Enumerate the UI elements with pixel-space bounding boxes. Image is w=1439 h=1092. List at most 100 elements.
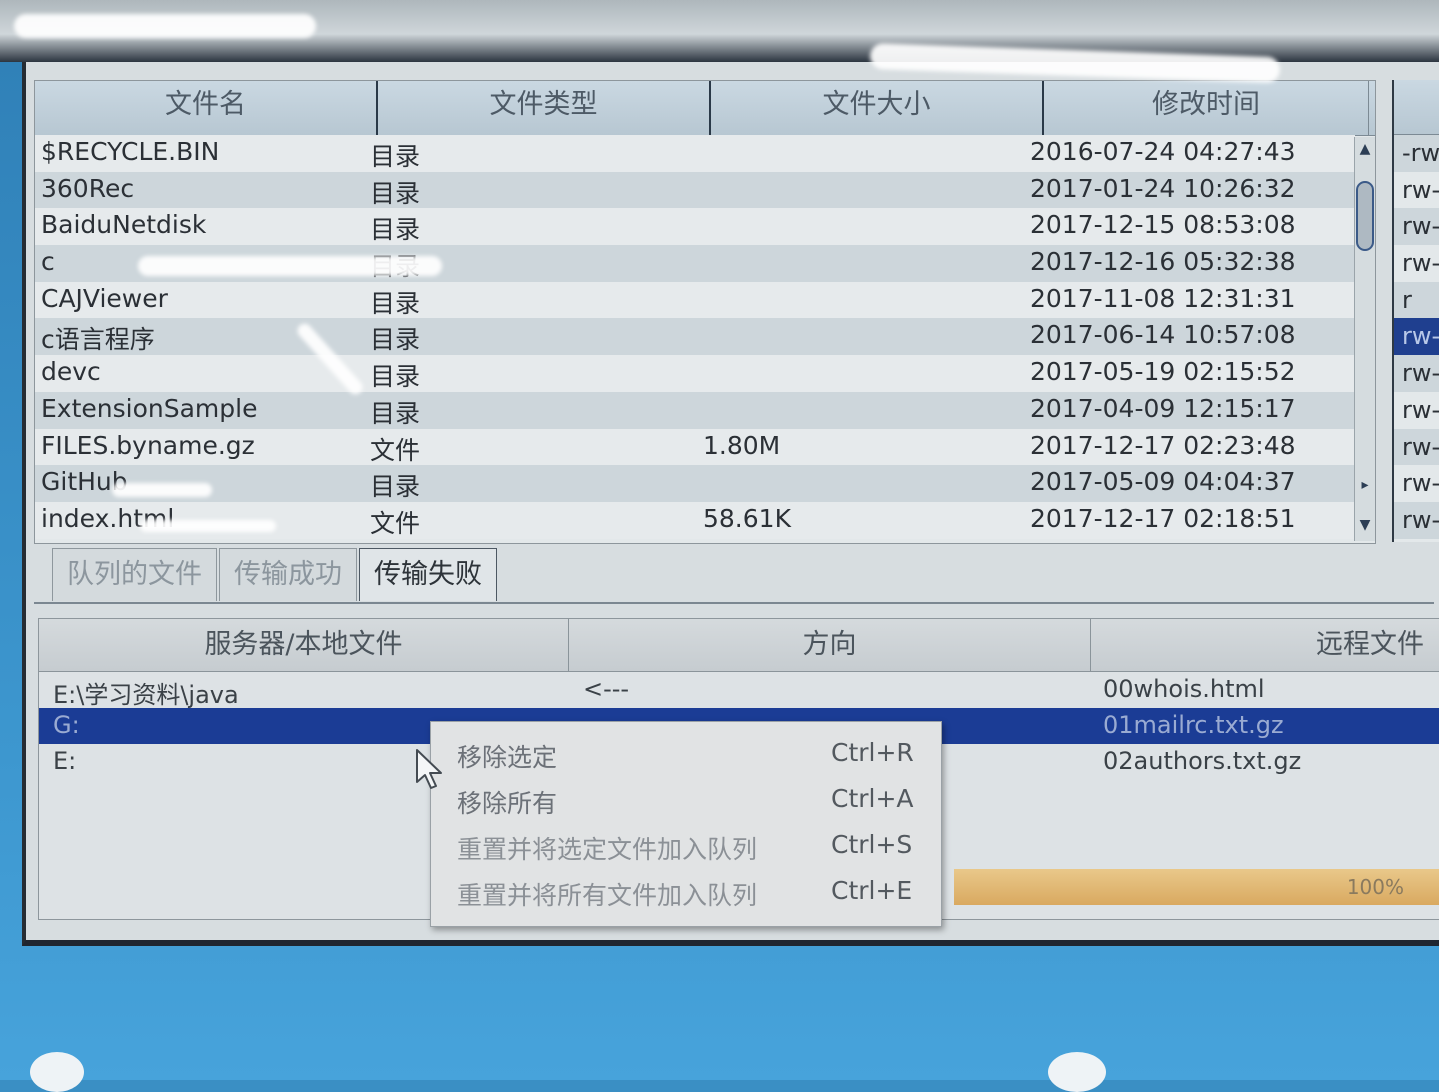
header-remote-file[interactable]: 远程文件 <box>1091 619 1439 671</box>
file-row[interactable]: c语言程序 目录 2017-06-14 10:57:08 <box>35 318 1355 356</box>
permission-cell: rw- <box>1402 469 1439 498</box>
menu-item-remove-all[interactable]: 移除所有 Ctrl+A <box>431 778 941 824</box>
menu-item-label: 移除选定 <box>457 743 558 772</box>
header-filesize[interactable]: 文件大小 <box>711 81 1044 135</box>
queue-context-menu: 移除选定 Ctrl+R 移除所有 Ctrl+A 重置并将选定文件加入队列 Ctr… <box>430 721 942 927</box>
file-row[interactable]: devc 目录 2017-05-19 02:15:52 <box>35 355 1355 392</box>
file-time: 2017-12-17 02:18:51 <box>1030 503 1296 533</box>
menu-item-requeue-selected[interactable]: 重置并将选定文件加入队列 Ctrl+S <box>431 824 941 870</box>
file-type: 目录 <box>370 215 421 245</box>
queue-direction: <--- <box>583 675 630 703</box>
menu-item-remove-selected[interactable]: 移除选定 Ctrl+R <box>431 732 941 778</box>
file-type: 目录 <box>370 325 421 355</box>
file-name: 360Rec <box>41 173 135 203</box>
permission-cell: r <box>1394 281 1439 319</box>
bezel-light <box>30 1052 84 1092</box>
file-row[interactable]: $RECYCLE.BIN 目录 2016-07-24 04:27:43 <box>35 135 1355 172</box>
photo-stage: 文件名 文件类型 文件大小 修改时间 $RECYCLE.BIN 目录 2016-07… <box>0 0 1439 1092</box>
queue-remote-file: 02authors.txt.gz <box>1103 747 1302 775</box>
file-row[interactable]: GitHub 目录 2017-05-09 04:04:37 <box>35 465 1355 502</box>
file-size: 1.80M <box>703 430 781 460</box>
screen-glare <box>112 483 212 497</box>
permission-cell: rw- <box>1402 175 1439 204</box>
file-name: FILES.byname.gz <box>41 430 255 460</box>
scroll-down-arrow-icon[interactable]: ▼ <box>1357 517 1373 533</box>
file-list-scrollbar[interactable]: ▲ ▸ ▼ <box>1354 137 1375 541</box>
file-time: 2017-12-16 05:32:38 <box>1030 247 1296 277</box>
file-name: devc <box>41 357 101 387</box>
tab-queued-files[interactable]: 队列的文件 <box>52 548 217 601</box>
permission-cell: rw- <box>1394 501 1439 539</box>
file-type: 目录 <box>370 288 421 318</box>
file-row[interactable]: BaiduNetdisk 目录 2017-12-15 08:53:08 <box>35 208 1355 246</box>
menu-item-requeue-all[interactable]: 重置并将所有文件加入队列 Ctrl+E <box>431 870 941 916</box>
file-type: 文件 <box>370 508 421 538</box>
file-name: BaiduNetdisk <box>41 210 207 240</box>
queue-local-path: G: <box>53 711 80 739</box>
screen-glare <box>14 14 316 38</box>
queue-header: 服务器/本地文件 方向 远程文件 <box>39 619 1439 672</box>
file-type: 目录 <box>370 472 421 502</box>
scroll-right-arrow-icon[interactable]: ▸ <box>1357 477 1373 493</box>
screen-glare <box>140 520 276 532</box>
header-modified-time[interactable]: 修改时间 <box>1044 81 1369 135</box>
scroll-up-arrow-icon[interactable]: ▲ <box>1357 141 1373 157</box>
file-name: CAJViewer <box>41 283 168 313</box>
menu-item-label: 重置并将选定文件加入队列 <box>457 835 758 864</box>
header-direction[interactable]: 方向 <box>569 619 1091 671</box>
scrollbar-thumb[interactable] <box>1356 181 1374 251</box>
permission-cell: rw- <box>1394 208 1439 246</box>
file-type: 目录 <box>370 362 421 392</box>
queue-remote-file: 01mailrc.txt.gz <box>1103 711 1284 739</box>
queue-remote-file: 00whois.html <box>1103 675 1265 703</box>
file-row[interactable]: FILES.byname.gz 文件 1.80M 2017-12-17 02:23:4… <box>35 428 1355 466</box>
menu-item-shortcut: Ctrl+R <box>831 738 914 767</box>
file-row[interactable]: CAJViewer 目录 2017-11-08 12:31:31 <box>35 281 1355 319</box>
menu-item-shortcut: Ctrl+A <box>831 784 914 813</box>
file-type: 目录 <box>370 178 421 208</box>
permission-cell: rw- <box>1394 355 1439 392</box>
menu-item-shortcut: Ctrl+S <box>831 830 913 859</box>
permission-cell: rw- <box>1394 318 1439 356</box>
file-name: c语言程序 <box>41 325 155 355</box>
remote-file-list[interactable]: 文件名 文件类型 文件大小 修改时间 $RECYCLE.BIN 目录 2016-07… <box>34 80 1376 544</box>
file-time: 2017-05-09 04:04:37 <box>1030 467 1296 497</box>
permissions-column: -rw rw- rw- rw- r rw- rw- rw- rw- rw- rw… <box>1392 80 1439 542</box>
menu-item-label: 移除所有 <box>457 789 558 818</box>
tab-transfer-success[interactable]: 传输成功 <box>219 548 357 601</box>
permission-cell: -rw <box>1394 135 1439 172</box>
tab-transfer-failed[interactable]: 传输失败 <box>359 548 497 601</box>
file-time: 2017-06-14 10:57:08 <box>1030 320 1296 350</box>
file-size: 58.61K <box>703 503 791 533</box>
file-time: 2017-11-08 12:31:31 <box>1030 283 1296 313</box>
transfer-progress-bar: 100% <box>954 869 1439 905</box>
file-rows: $RECYCLE.BIN 目录 2016-07-24 04:27:43 360Rec… <box>35 135 1355 539</box>
file-time: 2017-04-09 12:15:17 <box>1030 393 1296 423</box>
permission-cell: rw- <box>1402 249 1439 278</box>
file-type: 目录 <box>370 398 421 428</box>
transfer-tabs: 队列的文件 传输成功 传输失败 <box>52 548 499 604</box>
file-time: 2017-12-17 02:23:48 <box>1030 430 1296 460</box>
bezel-light <box>1048 1052 1106 1092</box>
file-type: 目录 <box>370 142 421 171</box>
file-time: 2017-01-24 10:26:32 <box>1030 173 1296 203</box>
file-name: c <box>41 247 55 277</box>
menu-item-label: 重置并将所有文件加入队列 <box>457 881 758 910</box>
file-time: 2017-05-19 02:15:52 <box>1030 357 1296 387</box>
file-list-header: 文件名 文件类型 文件大小 修改时间 <box>35 81 1375 136</box>
header-local-file[interactable]: 服务器/本地文件 <box>39 619 569 671</box>
queue-local-path: E: <box>53 747 77 775</box>
header-filename[interactable]: 文件名 <box>35 81 378 135</box>
tab-divider <box>34 602 1434 604</box>
file-name: $RECYCLE.BIN <box>41 137 220 166</box>
mouse-pointer-icon <box>416 749 442 789</box>
file-time: 2016-07-24 04:27:43 <box>1030 137 1296 166</box>
queue-row[interactable]: E:\学习资料\java <--- 00whois.html <box>39 672 1439 709</box>
file-row[interactable]: ExtensionSample 目录 2017-04-09 12:15:17 <box>35 391 1355 429</box>
file-row[interactable]: 360Rec 目录 2017-01-24 10:26:32 <box>35 171 1355 209</box>
queue-local-path: E:\学习资料\java <box>53 681 239 709</box>
permission-cell: rw- <box>1402 395 1439 424</box>
header-filetype[interactable]: 文件类型 <box>378 81 711 135</box>
permissions-header <box>1394 80 1439 135</box>
file-name: ExtensionSample <box>41 393 258 423</box>
